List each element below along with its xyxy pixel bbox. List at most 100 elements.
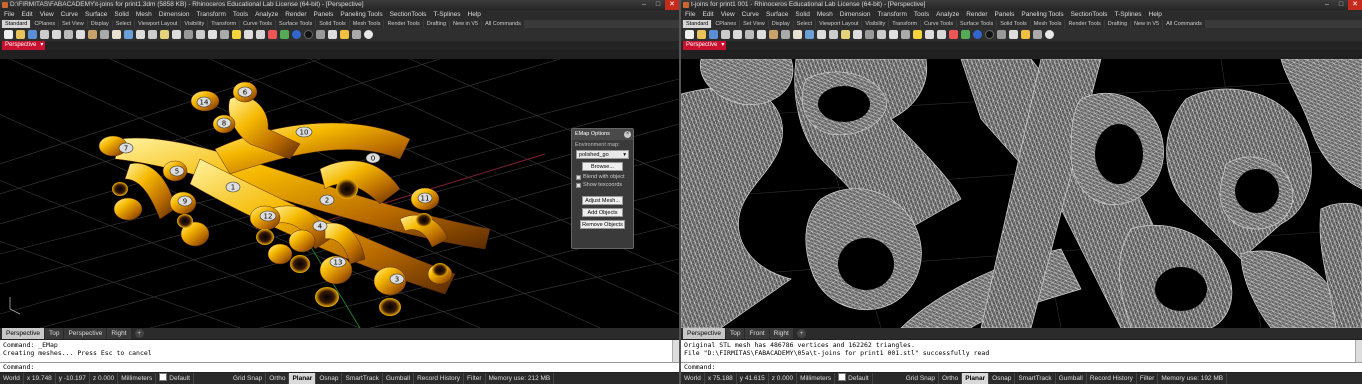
color-icon[interactable]: [961, 30, 970, 39]
tab-new-in-v5[interactable]: New in V5: [1131, 20, 1163, 28]
menu-solid[interactable]: Solid: [795, 10, 809, 20]
tab-perspective-2[interactable]: Perspective: [64, 328, 107, 339]
menu-surface[interactable]: Surface: [766, 10, 788, 20]
tab-solid-tools[interactable]: Solid Tools: [316, 20, 349, 28]
menu-solid[interactable]: Solid: [114, 10, 128, 20]
cut-icon[interactable]: [64, 30, 73, 39]
menu-paneling-tools[interactable]: Paneling Tools: [340, 10, 382, 20]
close-icon[interactable]: ✕: [1348, 0, 1362, 10]
zoom-selected-icon[interactable]: [172, 30, 181, 39]
tab-display[interactable]: Display: [768, 20, 793, 28]
cplane-world[interactable]: World: [681, 373, 705, 384]
tab-set-view[interactable]: Set View: [59, 20, 87, 28]
add-viewport-icon[interactable]: +: [796, 329, 806, 338]
select-all-icon[interactable]: [184, 30, 193, 39]
zoom-selected-icon[interactable]: [853, 30, 862, 39]
perspective-viewport-right[interactable]: [681, 59, 1362, 328]
print-icon[interactable]: [40, 30, 49, 39]
history-scrollbar[interactable]: [672, 340, 679, 362]
osnap-toggle[interactable]: Osnap: [316, 373, 343, 384]
tab-front[interactable]: Front: [745, 328, 769, 339]
tab-mesh-tools[interactable]: Mesh Tools: [1030, 20, 1065, 28]
material-sphere-icon[interactable]: [304, 30, 313, 39]
menu-dimension[interactable]: Dimension: [159, 10, 190, 20]
options-icon[interactable]: [1009, 30, 1018, 39]
tab-all-commands[interactable]: All Commands: [482, 20, 524, 28]
zoom-extents-icon[interactable]: [841, 30, 850, 39]
sun-icon[interactable]: [1021, 30, 1030, 39]
zoom-window-icon[interactable]: [148, 30, 157, 39]
tab-curve-tools[interactable]: Curve Tools: [240, 20, 275, 28]
help-icon[interactable]: [1045, 30, 1054, 39]
open-file-icon[interactable]: [697, 30, 706, 39]
planar-toggle[interactable]: Planar: [289, 373, 317, 384]
close-icon[interactable]: ✕: [665, 0, 679, 10]
filter-toggle[interactable]: Filter: [1137, 373, 1159, 384]
add-viewport-icon[interactable]: +: [134, 329, 144, 338]
maximize-icon[interactable]: □: [1334, 0, 1348, 10]
menu-tools[interactable]: Tools: [914, 10, 929, 20]
render-sphere-icon[interactable]: [973, 30, 982, 39]
layer-icon[interactable]: [937, 30, 946, 39]
four-viewports-icon[interactable]: [196, 30, 205, 39]
menu-sectiontools[interactable]: SectionTools: [1071, 10, 1108, 20]
cplane-icon[interactable]: [208, 30, 217, 39]
menu-sectiontools[interactable]: SectionTools: [390, 10, 427, 20]
add-objects-button[interactable]: Add Objects: [582, 208, 623, 217]
properties-icon[interactable]: [949, 30, 958, 39]
filter-toggle[interactable]: Filter: [464, 373, 486, 384]
viewport-label[interactable]: Perspective: [2, 41, 46, 50]
tab-standard[interactable]: Standard: [683, 20, 712, 28]
command-input[interactable]: Command:: [0, 362, 679, 372]
menu-transform[interactable]: Transform: [197, 10, 226, 20]
pan-icon[interactable]: [793, 30, 802, 39]
menu-t-splines[interactable]: T-Splines: [433, 10, 460, 20]
tab-render-tools[interactable]: Render Tools: [384, 20, 423, 28]
menu-edit[interactable]: Edit: [702, 10, 713, 20]
properties-icon[interactable]: [268, 30, 277, 39]
menu-paneling-tools[interactable]: Paneling Tools: [1021, 10, 1063, 20]
menu-analyze[interactable]: Analyze: [936, 10, 959, 20]
hide-icon[interactable]: [901, 30, 910, 39]
menu-tools[interactable]: Tools: [233, 10, 248, 20]
rotate-view-icon[interactable]: [805, 30, 814, 39]
gumball-toggle[interactable]: Gumball: [383, 373, 415, 384]
layer-icon[interactable]: [256, 30, 265, 39]
perspective-viewport-left[interactable]: 14 6 8 10 7 0 5 1 9 2 12 4 11 13 3 EMap …: [0, 59, 679, 328]
current-layer[interactable]: Default: [835, 373, 873, 384]
maximize-icon[interactable]: □: [651, 0, 665, 10]
print-icon[interactable]: [721, 30, 730, 39]
menu-mesh[interactable]: Mesh: [136, 10, 152, 20]
smarttrack-toggle[interactable]: SmartTrack: [342, 373, 383, 384]
render-sphere-icon[interactable]: [292, 30, 301, 39]
remove-objects-button[interactable]: Remove Objects: [580, 220, 625, 229]
material-sphere-icon[interactable]: [985, 30, 994, 39]
cplane-icon[interactable]: [889, 30, 898, 39]
zoom-window-icon[interactable]: [829, 30, 838, 39]
adjust-mesh-button[interactable]: Adjust Mesh...: [582, 196, 623, 205]
tab-transform[interactable]: Transform: [208, 20, 240, 28]
menu-render[interactable]: Render: [966, 10, 987, 20]
environment-map-select[interactable]: polished_go: [576, 150, 629, 159]
save-icon[interactable]: [709, 30, 718, 39]
tab-transform[interactable]: Transform: [889, 20, 921, 28]
hide-icon[interactable]: [220, 30, 229, 39]
current-layer[interactable]: Default: [156, 373, 194, 384]
tab-cplanes[interactable]: CPlanes: [31, 20, 59, 28]
undo-icon[interactable]: [781, 30, 790, 39]
menu-mesh[interactable]: Mesh: [817, 10, 833, 20]
menu-edit[interactable]: Edit: [21, 10, 32, 20]
osnap-toggle[interactable]: Osnap: [989, 373, 1016, 384]
tab-perspective[interactable]: Perspective: [683, 328, 725, 339]
tab-top[interactable]: Top: [725, 328, 745, 339]
menu-view[interactable]: View: [721, 10, 735, 20]
tab-perspective[interactable]: Perspective: [2, 328, 44, 339]
minimize-icon[interactable]: –: [637, 0, 651, 10]
browse-button[interactable]: Browse...: [582, 162, 623, 171]
menu-surface[interactable]: Surface: [85, 10, 107, 20]
sun-icon[interactable]: [340, 30, 349, 39]
undo-icon[interactable]: [100, 30, 109, 39]
light-bulb-icon[interactable]: [913, 30, 922, 39]
menu-render[interactable]: Render: [285, 10, 306, 20]
lock-icon[interactable]: [925, 30, 934, 39]
